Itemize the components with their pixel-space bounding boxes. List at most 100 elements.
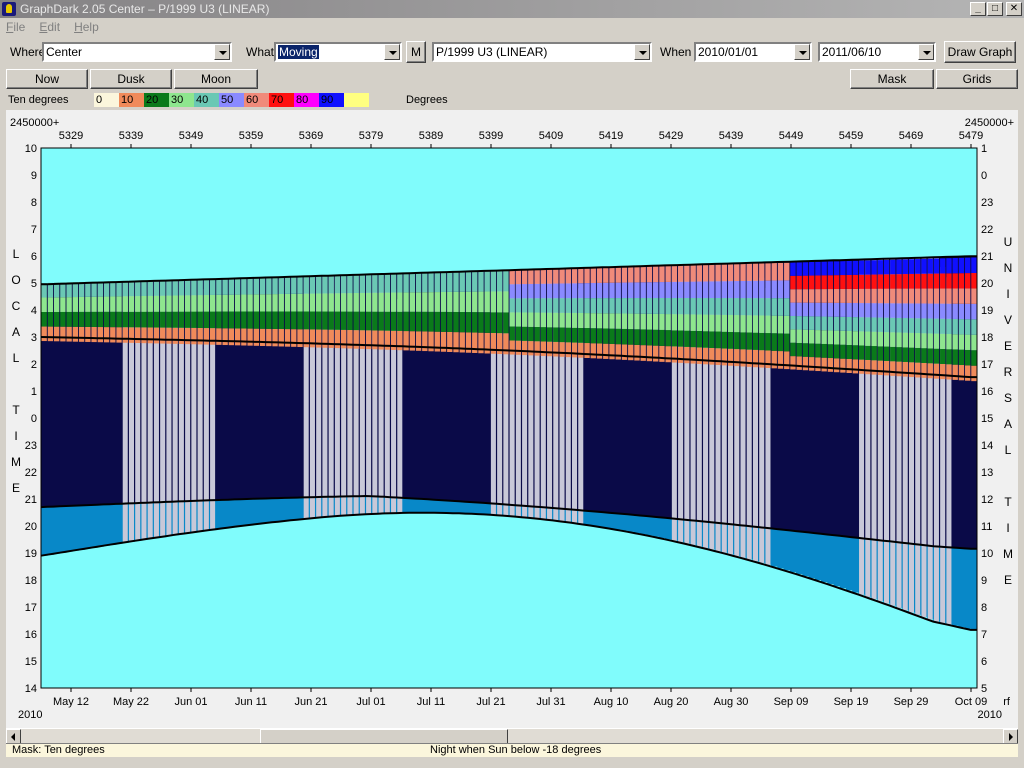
altitude-band <box>727 264 734 282</box>
jd-tick: 5449 <box>779 130 803 142</box>
altitude-band <box>222 278 228 295</box>
menu-help[interactable]: Help <box>74 20 99 34</box>
altitude-band <box>390 292 397 312</box>
altitude-band <box>671 298 678 315</box>
altitude-band <box>715 314 721 332</box>
app-icon[interactable] <box>2 2 16 16</box>
chevron-down-icon[interactable] <box>918 44 934 60</box>
dusk-button[interactable]: Dusk <box>90 69 172 89</box>
horizontal-scrollbar[interactable] <box>6 728 1018 744</box>
altitude-band <box>234 294 241 312</box>
local-time-tick: 16 <box>25 629 37 641</box>
m-button[interactable]: M <box>406 41 426 63</box>
altitude-band <box>684 281 690 299</box>
menu-file[interactable]: File <box>6 20 25 34</box>
twilight-column <box>284 497 291 521</box>
altitude-band <box>883 360 890 376</box>
visibility-graph[interactable]: 2450000+ 2450000+ 5329 5339 5349 5359 5369 5379… <box>6 110 1018 728</box>
twilight-column <box>109 504 117 545</box>
altitude-band <box>60 297 66 312</box>
twilight-column <box>608 512 616 529</box>
altitude-band <box>940 303 946 319</box>
altitude-band <box>309 293 316 312</box>
now-button[interactable]: Now <box>6 69 88 89</box>
chevron-down-icon[interactable] <box>794 44 810 60</box>
twilight-column <box>228 499 235 528</box>
altitude-band <box>241 328 247 346</box>
menu-edit[interactable]: Edit <box>39 20 60 34</box>
chevron-down-icon[interactable] <box>384 44 400 60</box>
altitude-band <box>846 274 852 289</box>
altitude-band <box>291 276 297 294</box>
twilight-column <box>658 517 666 538</box>
altitude-band <box>353 274 359 294</box>
date-tick: Aug 10 <box>594 696 629 708</box>
altitude-band <box>559 312 565 328</box>
altitude-band <box>659 266 665 283</box>
scroll-left-icon[interactable] <box>6 729 21 744</box>
altitude-band <box>378 273 384 293</box>
altitude-band <box>840 275 846 289</box>
altitude-band <box>659 329 665 346</box>
draw-graph-button[interactable]: Draw Graph <box>944 41 1016 63</box>
close-button[interactable]: ✕ <box>1006 2 1022 16</box>
maximize-button[interactable]: □ <box>987 2 1003 16</box>
altitude-band <box>216 278 222 295</box>
where-select[interactable]: Center <box>42 42 232 62</box>
altitude-band <box>234 311 241 329</box>
mask-button[interactable]: Mask <box>850 69 934 89</box>
altitude-band <box>272 328 278 347</box>
altitude-band <box>765 280 771 299</box>
altitude-band <box>759 315 765 333</box>
altitude-band <box>971 288 977 304</box>
altitude-band <box>921 258 927 274</box>
altitude-band <box>428 292 434 312</box>
altitude-band <box>341 274 347 294</box>
altitude-band <box>958 349 965 366</box>
grids-button[interactable]: Grids <box>936 69 1018 89</box>
altitude-band <box>902 361 908 377</box>
altitude-band <box>515 312 522 327</box>
altitude-band <box>852 331 859 346</box>
what-select[interactable]: Moving <box>274 42 402 62</box>
altitude-band <box>609 267 615 283</box>
altitude-band <box>809 343 815 358</box>
altitude-band <box>915 303 921 319</box>
altitude-band <box>671 314 678 331</box>
altitude-band <box>746 280 752 299</box>
altitude-band <box>796 275 802 290</box>
minimize-button[interactable]: _ <box>970 2 986 16</box>
color-legend: Ten degrees 0 10 20 30 40 50 60 70 80 90 Degrees <box>6 92 1018 108</box>
twilight-column <box>278 498 285 522</box>
jd-tick: 5379 <box>359 130 383 142</box>
altitude-band <box>259 294 266 312</box>
twilight-column <box>583 510 591 525</box>
altitude-band <box>771 315 777 334</box>
altitude-band <box>690 265 696 282</box>
chevron-down-icon[interactable] <box>634 44 650 60</box>
jd-tick: 5389 <box>419 130 443 142</box>
scroll-right-icon[interactable] <box>1003 729 1018 744</box>
altitude-band <box>865 274 871 289</box>
altitude-band <box>908 347 915 363</box>
altitude-band <box>278 293 284 312</box>
altitude-band <box>640 298 646 314</box>
altitude-band <box>946 349 952 365</box>
altitude-band <box>883 288 890 304</box>
object-select[interactable]: P/1999 U3 (LINEAR) <box>432 42 652 62</box>
start-date-select[interactable]: 2010/01/01 <box>694 42 812 62</box>
end-date-select[interactable]: 2011/06/10 <box>818 42 936 62</box>
ut-tick: 17 <box>981 359 993 371</box>
altitude-band <box>147 327 153 344</box>
scroll-thumb[interactable] <box>260 729 508 744</box>
moon-button[interactable]: Moon <box>174 69 258 89</box>
altitude-band <box>921 273 927 289</box>
altitude-band <box>915 347 921 363</box>
altitude-band <box>603 328 609 344</box>
chevron-down-icon[interactable] <box>214 44 230 60</box>
altitude-band <box>590 343 596 359</box>
altitude-band <box>78 311 85 327</box>
altitude-band <box>47 326 54 342</box>
altitude-band <box>546 327 553 342</box>
altitude-band <box>827 261 834 276</box>
